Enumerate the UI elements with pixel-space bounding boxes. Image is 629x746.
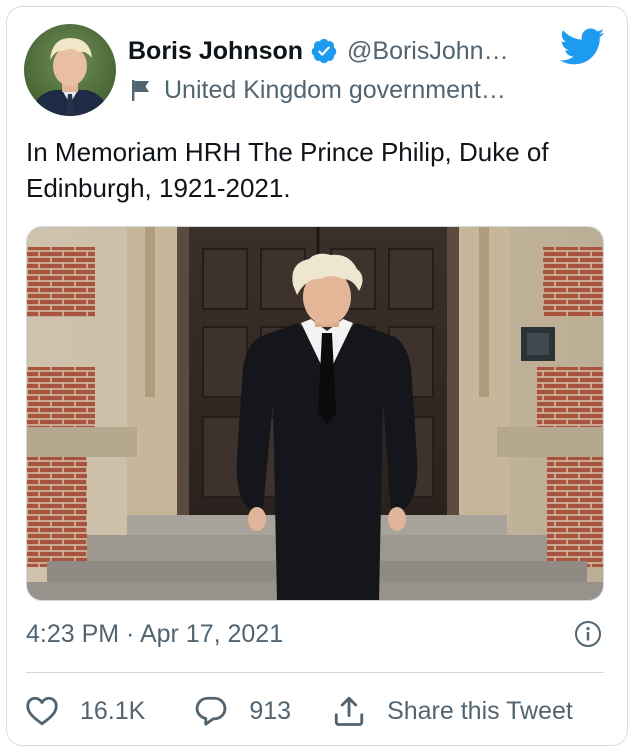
tweet-timestamp[interactable]: 4:23 PM · Apr 17, 2021 <box>26 620 283 649</box>
tweet-text: In Memoriam HRH The Prince Philip, Duke … <box>26 137 549 203</box>
divider <box>26 672 604 673</box>
heart-icon <box>26 696 58 726</box>
info-icon[interactable] <box>574 620 602 648</box>
share-icon <box>334 696 364 726</box>
reply-button[interactable]: 913 <box>193 693 291 729</box>
reply-count: 913 <box>249 696 292 725</box>
flag-icon <box>130 78 152 102</box>
tweet-photo[interactable] <box>26 226 604 601</box>
author-handle[interactable]: @BorisJohn… <box>347 37 509 66</box>
tweet-actions: 16.1K 913 Share this Tweet <box>24 690 573 732</box>
reply-icon <box>195 696 227 726</box>
share-button[interactable]: Share this Tweet <box>331 693 573 729</box>
government-label: United Kingdom government… <box>164 75 506 104</box>
share-label: Share this Tweet <box>387 696 573 725</box>
author-name-row[interactable]: Boris Johnson @BorisJohn… <box>128 34 509 68</box>
author-affiliation-row: United Kingdom government… <box>130 74 506 106</box>
author-avatar[interactable] <box>24 24 116 116</box>
like-count: 16.1K <box>80 696 146 725</box>
timestamp-row: 4:23 PM · Apr 17, 2021 <box>26 614 604 654</box>
twitter-bird-icon[interactable] <box>560 28 605 66</box>
verified-badge-icon <box>310 37 338 65</box>
like-button[interactable]: 16.1K <box>24 693 145 729</box>
author-display-name[interactable]: Boris Johnson <box>128 37 303 66</box>
